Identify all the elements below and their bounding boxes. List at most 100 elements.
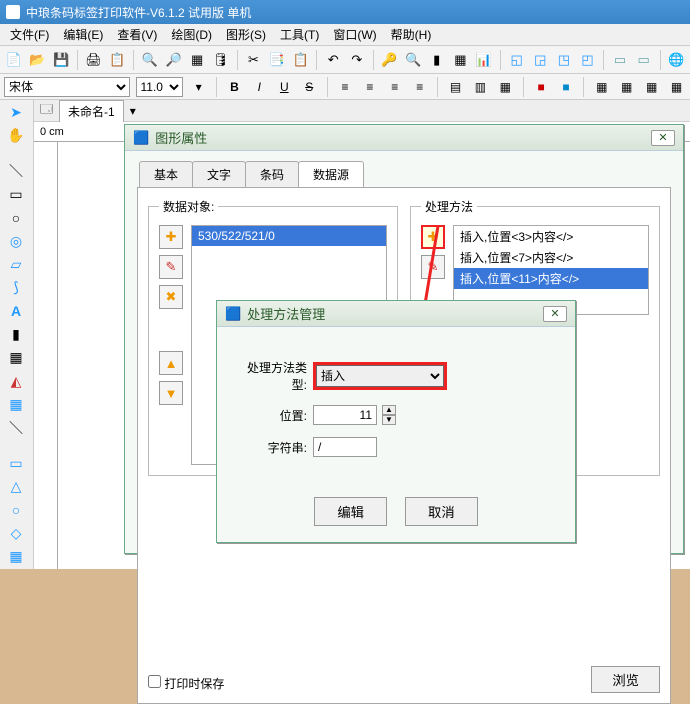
globe-icon[interactable]: 🌐: [667, 50, 687, 70]
blue4-icon[interactable]: ◰: [578, 50, 598, 70]
close-icon[interactable]: ✕: [651, 130, 675, 146]
new-icon[interactable]: 📄: [4, 50, 24, 70]
align-right-icon[interactable]: ≡: [385, 77, 404, 97]
menu-tool[interactable]: 工具(T): [274, 24, 325, 45]
tab-barcode[interactable]: 条码: [245, 161, 299, 187]
fontsize-select[interactable]: 11.0: [136, 77, 184, 97]
list-item[interactable]: 插入,位置<11>内容</>: [454, 268, 648, 289]
shape3-icon[interactable]: ○: [2, 499, 30, 520]
tab-basic[interactable]: 基本: [139, 161, 193, 187]
fontsize-down-icon[interactable]: ▾: [189, 77, 208, 97]
italic-icon[interactable]: I: [250, 77, 269, 97]
curve-icon[interactable]: ⟆: [2, 277, 30, 298]
seq-icon[interactable]: 📊: [474, 50, 494, 70]
edit-icon[interactable]: ✎: [159, 255, 183, 279]
add-icon[interactable]: ✚: [159, 225, 183, 249]
open-icon[interactable]: 📂: [28, 50, 48, 70]
print-icon[interactable]: 🖨: [84, 50, 104, 70]
circle-icon[interactable]: ○: [2, 207, 30, 228]
bold-icon[interactable]: B: [225, 77, 244, 97]
cut-icon[interactable]: ✂: [244, 50, 264, 70]
qr-icon[interactable]: ▦: [451, 50, 471, 70]
ring-icon[interactable]: ◎: [2, 231, 30, 252]
add-method-icon[interactable]: ✚: [421, 225, 445, 249]
doc-tab[interactable]: 未命名-1: [59, 100, 124, 122]
edit-button[interactable]: 编辑: [314, 497, 387, 526]
path-tool-icon[interactable]: ＼: [2, 417, 30, 439]
tab-dropdown-icon[interactable]: ▾: [130, 104, 136, 118]
menu-shape[interactable]: 图形(S): [220, 24, 272, 45]
db-icon[interactable]: 🛢: [211, 50, 231, 70]
find-icon[interactable]: 🔍: [403, 50, 423, 70]
poly-icon[interactable]: ▱: [2, 254, 30, 275]
paste-icon[interactable]: 📋: [291, 50, 311, 70]
shape2-icon[interactable]: △: [2, 476, 30, 497]
list-item[interactable]: 插入,位置<7>内容</>: [454, 247, 648, 268]
line1-icon[interactable]: ▤: [446, 77, 465, 97]
undo-icon[interactable]: ↶: [323, 50, 343, 70]
table-tool-icon[interactable]: ▦: [2, 394, 30, 415]
tbl1-icon[interactable]: ▦: [592, 77, 611, 97]
align-just-icon[interactable]: ≡: [410, 77, 429, 97]
zoomfit-icon[interactable]: 🔎: [164, 50, 184, 70]
pos-input[interactable]: [313, 405, 377, 425]
browse-button[interactable]: 浏览: [591, 666, 660, 693]
menu-view[interactable]: 查看(V): [111, 24, 163, 45]
key-icon[interactable]: 🔑: [380, 50, 400, 70]
delete-icon[interactable]: ✖: [159, 285, 183, 309]
align-center-icon[interactable]: ≡: [360, 77, 379, 97]
rect-icon[interactable]: ▭: [2, 184, 30, 205]
text-icon[interactable]: A: [2, 301, 30, 322]
pal2-icon[interactable]: ▭: [634, 50, 654, 70]
zoom-icon[interactable]: 🔍: [140, 50, 160, 70]
preview-icon[interactable]: 📋: [107, 50, 127, 70]
list-item[interactable]: 530/522/521/0: [192, 226, 386, 246]
pal1-icon[interactable]: ▭: [610, 50, 630, 70]
menu-help[interactable]: 帮助(H): [385, 24, 438, 45]
blue3-icon[interactable]: ◳: [554, 50, 574, 70]
edit-method-icon[interactable]: ✎: [421, 255, 445, 279]
shape5-icon[interactable]: ▦: [2, 546, 30, 567]
blue1-icon[interactable]: ◱: [507, 50, 527, 70]
tbl2-icon[interactable]: ▦: [617, 77, 636, 97]
print-save-checkbox[interactable]: 打印时保存: [148, 675, 224, 692]
tab-text[interactable]: 文字: [192, 161, 246, 187]
type-select[interactable]: 插入: [316, 365, 444, 387]
underline-icon[interactable]: U: [275, 77, 294, 97]
line2-icon[interactable]: ▥: [471, 77, 490, 97]
line3-icon[interactable]: ▦: [496, 77, 515, 97]
tab-datasource[interactable]: 数据源: [298, 161, 364, 187]
copy-icon[interactable]: 📑: [267, 50, 287, 70]
shape1-icon[interactable]: ▭: [2, 453, 30, 474]
colorbg-icon[interactable]: ■: [557, 77, 576, 97]
pointer-icon[interactable]: ➤: [2, 102, 30, 123]
str-input[interactable]: [313, 437, 377, 457]
img-tool-icon[interactable]: ◭: [2, 370, 30, 391]
cancel-button[interactable]: 取消: [405, 497, 478, 526]
up-icon[interactable]: ▲: [159, 351, 183, 375]
hand-icon[interactable]: ✋: [2, 125, 30, 146]
save-icon[interactable]: 💾: [51, 50, 71, 70]
menu-draw[interactable]: 绘图(D): [165, 24, 218, 45]
menu-edit[interactable]: 编辑(E): [57, 24, 109, 45]
line-icon[interactable]: ＼: [2, 160, 30, 182]
blue2-icon[interactable]: ◲: [530, 50, 550, 70]
menu-window[interactable]: 窗口(W): [327, 24, 382, 45]
align-left-icon[interactable]: ≡: [336, 77, 355, 97]
font-select[interactable]: 宋体: [4, 77, 130, 97]
list-item[interactable]: 插入,位置<3>内容</>: [454, 226, 648, 247]
tbl3-icon[interactable]: ▦: [642, 77, 661, 97]
barcode-icon[interactable]: ▮: [427, 50, 447, 70]
shape4-icon[interactable]: ◇: [2, 523, 30, 544]
down-icon[interactable]: ▼: [159, 381, 183, 405]
strike-icon[interactable]: S: [300, 77, 319, 97]
close-icon[interactable]: ✕: [543, 306, 567, 322]
colorfg-icon[interactable]: ■: [532, 77, 551, 97]
pos-spinner[interactable]: ▲▼: [382, 405, 396, 425]
menu-file[interactable]: 文件(F): [4, 24, 55, 45]
tbl4-icon[interactable]: ▦: [667, 77, 686, 97]
qr-tool-icon[interactable]: ▦: [2, 347, 30, 368]
barcode-tool-icon[interactable]: ▮: [2, 324, 30, 345]
redo-icon[interactable]: ↷: [347, 50, 367, 70]
grid-icon[interactable]: ▦: [187, 50, 207, 70]
